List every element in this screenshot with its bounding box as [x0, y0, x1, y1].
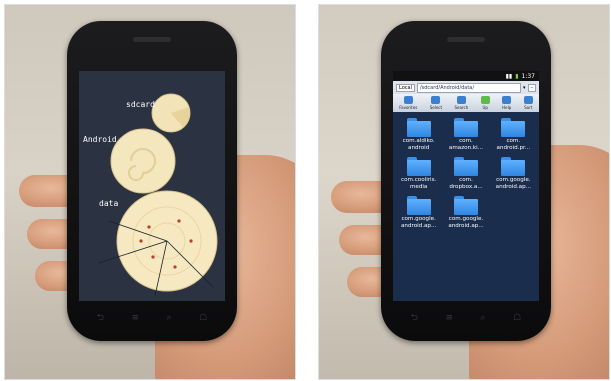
android-circle[interactable] — [110, 128, 176, 194]
select-button[interactable]: Select — [430, 96, 442, 110]
file-item[interactable]: com.cooliris. media — [395, 157, 442, 191]
label-sdcard: sdcard — [126, 100, 155, 109]
speaker-grille — [133, 37, 171, 42]
screen-left: sdcard Android data — [79, 71, 225, 301]
back-icon[interactable]: ⮌ — [97, 310, 104, 326]
node-dot — [139, 239, 143, 243]
menu-icon[interactable]: ≡ — [131, 313, 139, 323]
help-icon — [502, 96, 512, 104]
folder-icon — [406, 196, 431, 215]
search-icon[interactable]: ⌕ — [481, 313, 486, 323]
signal-icon: ▮▮ — [505, 72, 513, 80]
node-dot — [189, 239, 193, 243]
file-item[interactable]: com.google. android.ap... — [490, 157, 537, 191]
screen-right: ▮▮ ▮ 1:37 Local /sdcard/Android/data/ ▾ … — [393, 71, 539, 301]
star-icon — [403, 96, 413, 104]
dropdown-icon[interactable]: ▾ — [523, 85, 526, 91]
folder-icon — [501, 157, 526, 176]
search-icon[interactable]: ⌕ — [167, 313, 172, 323]
status-time: 1:37 — [521, 72, 535, 80]
up-icon — [480, 96, 490, 104]
folder-icon — [406, 118, 431, 137]
file-item[interactable]: com. amazon.ki... — [442, 118, 489, 152]
search-icon — [456, 96, 466, 104]
location-button[interactable]: Local — [396, 83, 415, 92]
file-item[interactable]: com.google. android.ap... — [395, 196, 442, 230]
sort-button[interactable]: Sort — [523, 96, 533, 110]
label-data: data — [99, 199, 119, 208]
menu-icon[interactable]: ≡ — [445, 313, 453, 323]
battery-icon: ▮ — [515, 72, 519, 80]
home-icon[interactable]: ☖ — [513, 313, 521, 323]
file-item[interactable]: com. android.pr... — [490, 118, 537, 152]
help-button[interactable]: Help — [502, 96, 511, 110]
node-dot — [173, 265, 177, 269]
node-dot — [147, 225, 151, 229]
right-photo: ▮▮ ▮ 1:37 Local /sdcard/Android/data/ ▾ … — [318, 4, 610, 380]
address-bar: Local /sdcard/Android/data/ ▾ – — [393, 81, 539, 94]
folder-icon — [453, 196, 478, 215]
speaker-grille — [447, 37, 485, 42]
file-item[interactable]: com.aldiko. android — [395, 118, 442, 152]
folder-icon — [406, 157, 431, 176]
status-bar: ▮▮ ▮ 1:37 — [393, 71, 539, 81]
file-grid: com.aldiko. android com. amazon.ki... co… — [393, 112, 539, 230]
minus-icon[interactable]: – — [527, 83, 536, 92]
favorites-button[interactable]: Favorites — [399, 96, 417, 110]
back-icon[interactable]: ⮌ — [411, 310, 418, 326]
select-icon — [431, 96, 441, 104]
phone-left: sdcard Android data ⮌ ≡ ⌕ ☖ — [67, 21, 237, 341]
toolbar: Favorites Select Search Up Help Sort — [393, 94, 539, 112]
node-dot — [177, 219, 181, 223]
label-android: Android — [83, 135, 117, 144]
node-dot — [151, 255, 155, 259]
path-text: /sdcard/Android/data/ — [419, 84, 475, 91]
phone-right: ▮▮ ▮ 1:37 Local /sdcard/Android/data/ ▾ … — [381, 21, 551, 341]
path-field[interactable]: /sdcard/Android/data/ — [416, 82, 521, 93]
folder-icon — [501, 118, 526, 137]
folder-icon — [453, 157, 478, 176]
search-button[interactable]: Search — [455, 96, 468, 110]
folder-icon — [453, 118, 478, 137]
left-photo: sdcard Android data ⮌ ≡ ⌕ ☖ — [4, 4, 296, 380]
softkey-bar: ⮌ ≡ ⌕ ☖ — [83, 311, 221, 325]
softkey-bar: ⮌ ≡ ⌕ ☖ — [397, 311, 535, 325]
file-item[interactable]: com.google. android.ap... — [442, 196, 489, 230]
up-button[interactable]: Up — [480, 96, 490, 110]
home-icon[interactable]: ☖ — [199, 313, 207, 323]
sort-icon — [523, 96, 533, 104]
file-item[interactable]: com. dropbox.a... — [442, 157, 489, 191]
